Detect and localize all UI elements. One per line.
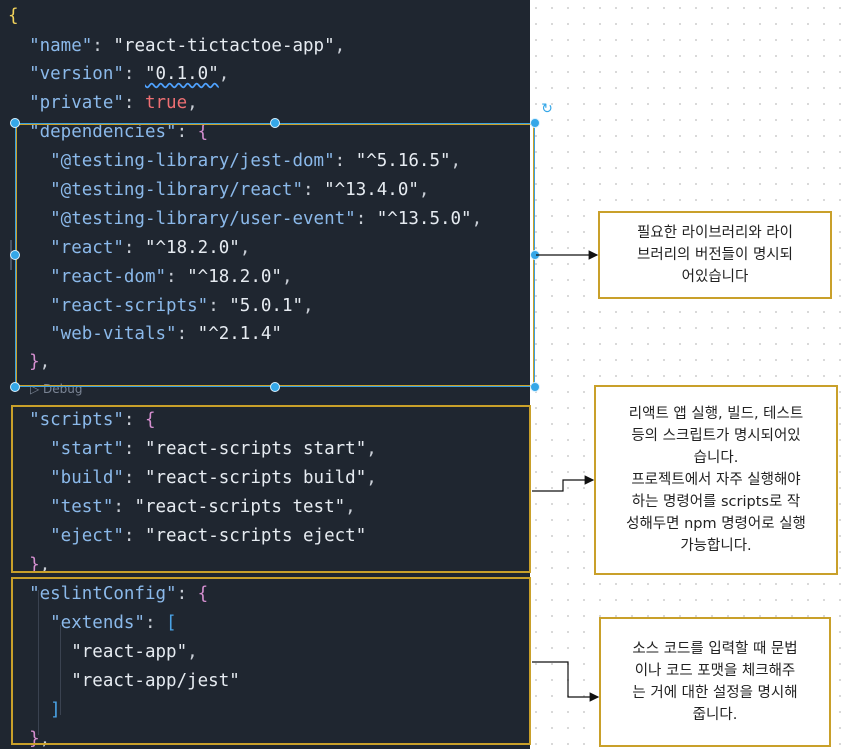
- note-dependencies[interactable]: 필요한 라이브러리와 라이 브러리의 버전들이 명시되 어있습니다: [598, 211, 832, 299]
- note-eslint[interactable]: 소스 코드를 입력할 때 문법 이나 코드 포맷을 체크해주 는 거에 대한 설…: [599, 617, 831, 747]
- note-scripts-text: 리액트 앱 실행, 빌드, 테스트 등의 스크립트가 명시되어있 습니다. 프로…: [626, 406, 806, 554]
- connector-scripts: [532, 475, 595, 492]
- note-dependencies-text: 필요한 라이브러리와 라이 브러리의 버전들이 명시되 어있습니다: [637, 225, 793, 285]
- note-scripts[interactable]: 리액트 앱 실행, 빌드, 테스트 등의 스크립트가 명시되어있 습니다. 프로…: [594, 385, 838, 575]
- connector-eslint: [532, 661, 600, 702]
- note-eslint-text: 소스 코드를 입력할 때 문법 이나 코드 포맷을 체크해주 는 거에 대한 설…: [632, 641, 798, 723]
